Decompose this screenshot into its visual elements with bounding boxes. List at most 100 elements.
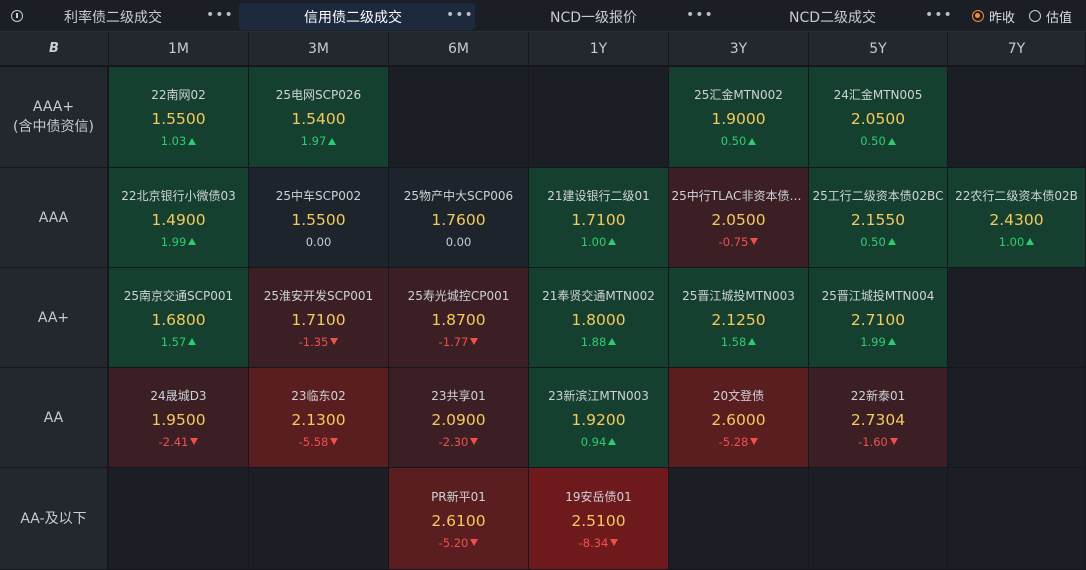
- empty-cell: [249, 468, 389, 570]
- bond-name: 22南网02: [151, 88, 206, 102]
- bond-cell[interactable]: 25南京交通SCP001 1.6800 1.57: [109, 268, 249, 368]
- bond-cell[interactable]: 25物产中大SCP006 1.7600 0.00: [389, 168, 529, 268]
- radio-prev-close[interactable]: 昨收: [971, 7, 1015, 26]
- empty-cell: [948, 468, 1086, 570]
- corner-header: B: [0, 32, 109, 66]
- bond-name: 21奉贤交通MTN002: [542, 288, 655, 303]
- bond-yield: 1.7100: [291, 310, 346, 329]
- bond-cell[interactable]: 24晟城D3 1.9500 -2.41: [109, 368, 249, 468]
- bond-yield: 2.1550: [850, 210, 906, 229]
- empty-cell: [389, 67, 529, 168]
- bond-cell[interactable]: 22南网02 1.5500 1.03: [109, 67, 249, 168]
- more-icon[interactable]: •••: [446, 8, 474, 22]
- bond-change: 0.00: [306, 235, 332, 249]
- bond-cell[interactable]: 21奉贤交通MTN002 1.8000 1.88: [529, 268, 669, 368]
- change-value: -8.34: [578, 535, 609, 550]
- bond-change: -1.60: [858, 435, 898, 449]
- change-value: 0.50: [860, 134, 886, 148]
- bond-change: 0.50: [721, 134, 757, 148]
- bond-change: -1.77: [439, 335, 479, 349]
- tab-credit-secondary[interactable]: 信用债二级成交 •••: [239, 3, 475, 30]
- info-icon[interactable]: [11, 10, 23, 22]
- bond-change: 1.58: [721, 335, 757, 349]
- tab-label: NCD一级报价: [550, 9, 638, 26]
- arrow-down-icon: [610, 539, 619, 546]
- bond-cell[interactable]: 25电网SCP026 1.5400 1.97: [249, 67, 389, 168]
- bond-cell[interactable]: 24汇金MTN005 2.0500 0.50: [809, 67, 948, 168]
- bond-yield: 2.1300: [291, 410, 346, 429]
- bond-change: 1.97: [301, 134, 337, 148]
- bond-change: -2.41: [159, 435, 199, 449]
- empty-cell: [809, 468, 948, 570]
- tab-ncd-secondary[interactable]: NCD二级成交 •••: [717, 3, 952, 30]
- bond-name: 20文登债: [712, 388, 765, 403]
- arrow-down-icon: [889, 438, 898, 445]
- change-value: 1.03: [160, 134, 187, 148]
- bond-yield: 1.5500: [151, 110, 206, 128]
- bond-change: 1.99: [161, 235, 197, 249]
- change-value: 1.97: [300, 134, 327, 148]
- radio-label: 昨收: [988, 10, 1015, 26]
- change-value: 0.00: [305, 234, 332, 249]
- radio-selected-icon: [971, 10, 984, 22]
- arrow-up-icon: [188, 338, 197, 345]
- more-icon[interactable]: •••: [925, 8, 953, 22]
- more-icon[interactable]: •••: [686, 8, 714, 22]
- bond-name: 25中车SCP002: [275, 188, 362, 203]
- bond-cell[interactable]: 23共享01 2.0900 -2.30: [389, 368, 529, 468]
- arrow-up-icon: [887, 338, 896, 345]
- bond-cell[interactable]: 25汇金MTN002 1.9000 0.50: [669, 67, 809, 168]
- bond-name: 23新滨江MTN003: [548, 388, 649, 403]
- radio-valuation[interactable]: 估值: [1028, 7, 1072, 26]
- bond-name: 25淮安开发SCP001: [263, 288, 374, 303]
- tab-ncd-primary[interactable]: NCD一级报价 •••: [478, 3, 714, 30]
- bond-cell[interactable]: 25晋江城投MTN004 2.7100 1.99: [809, 268, 948, 368]
- bond-name: 22新泰01: [850, 388, 906, 403]
- bond-name: 25寿光城控CP001: [407, 288, 510, 303]
- bond-cell[interactable]: 22新泰01 2.7304 -1.60: [809, 368, 948, 468]
- tab-bar: 利率债二级成交 ••• 信用债二级成交 ••• NCD一级报价 ••• NCD二…: [0, 0, 1086, 32]
- change-value: 1.99: [860, 334, 886, 349]
- change-value: 0.00: [445, 234, 472, 249]
- bond-cell[interactable]: 23临东02 2.1300 -5.58: [249, 368, 389, 468]
- bond-change: -5.20: [439, 536, 479, 550]
- tab-rates-secondary[interactable]: 利率债二级成交 •••: [32, 3, 236, 30]
- arrow-up-icon: [748, 137, 757, 145]
- bond-cell[interactable]: 22北京银行小微债03 1.4900 1.99: [109, 168, 249, 268]
- bond-cell[interactable]: 25中行TLAC非资本债0... 2.0500 -0.75: [669, 168, 809, 268]
- more-icon[interactable]: •••: [206, 8, 234, 22]
- arrow-up-icon: [887, 137, 896, 145]
- bond-yield: 1.8700: [431, 310, 486, 329]
- tab-label: 信用债二级成交: [304, 9, 402, 26]
- bond-yield: 2.0900: [431, 410, 486, 429]
- bond-change: 1.57: [161, 335, 197, 349]
- bond-name: 25晋江城投MTN004: [821, 288, 935, 303]
- bond-cell[interactable]: 22农行二级资本债02B 2.4300 1.00: [948, 168, 1086, 268]
- bond-yield: 2.1250: [711, 310, 766, 329]
- bond-cell[interactable]: 20文登债 2.6000 -5.28: [669, 368, 809, 468]
- tab-label: 利率债二级成交: [64, 9, 162, 26]
- arrow-up-icon: [608, 338, 617, 345]
- radio-unselected-icon: [1028, 10, 1041, 22]
- bond-yield: 2.0500: [711, 210, 766, 229]
- bond-yield: 1.4900: [151, 210, 206, 229]
- bond-yield: 2.6000: [711, 410, 766, 429]
- change-value: 1.88: [580, 334, 607, 349]
- bond-cell[interactable]: PR新平01 2.6100 -5.20: [389, 468, 529, 570]
- bond-cell[interactable]: 25晋江城投MTN003 2.1250 1.58: [669, 268, 809, 368]
- bond-cell[interactable]: 19安岳债01 2.5100 -8.34: [529, 468, 669, 570]
- bond-yield: 2.4300: [989, 210, 1044, 229]
- bond-yield: 2.5100: [571, 511, 626, 530]
- bond-cell[interactable]: 23新滨江MTN003 1.9200 0.94: [529, 368, 669, 468]
- bond-name: 25电网SCP026: [275, 88, 362, 102]
- bond-cell[interactable]: 25寿光城控CP001 1.8700 -1.77: [389, 268, 529, 368]
- arrow-down-icon: [750, 238, 759, 245]
- bond-cell[interactable]: 25工行二级资本债02BC 2.1550 0.50: [809, 168, 948, 268]
- bond-name: 25中行TLAC非资本债0...: [671, 188, 806, 203]
- bond-cell[interactable]: 25中车SCP002 1.5500 0.00: [249, 168, 389, 268]
- corner-logo-icon: B: [49, 41, 59, 56]
- bond-yield: 1.6800: [151, 310, 206, 329]
- bond-cell[interactable]: 25淮安开发SCP001 1.7100 -1.35: [249, 268, 389, 368]
- bond-name: 24汇金MTN005: [833, 88, 923, 102]
- bond-cell[interactable]: 21建设银行二级01 1.7100 1.00: [529, 168, 669, 268]
